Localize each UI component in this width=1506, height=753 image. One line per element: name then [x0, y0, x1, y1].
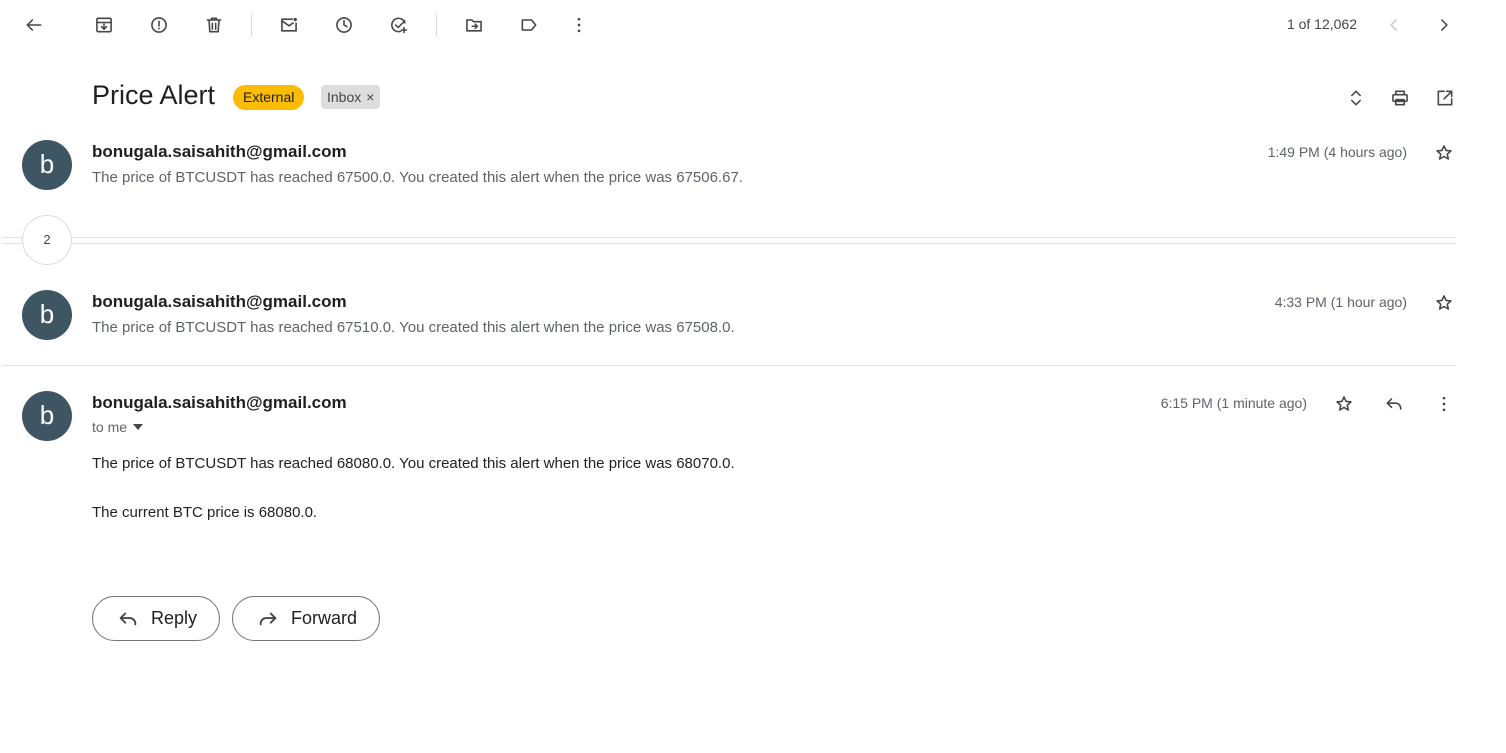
sender-email[interactable]: bonugala.saisahith@gmail.com: [92, 393, 347, 413]
open-in-new-window-icon[interactable]: [1425, 78, 1465, 118]
dropdown-caret-icon: [133, 424, 144, 430]
inbox-label-text: Inbox: [327, 89, 362, 105]
forward-button-label: Forward: [291, 608, 358, 628]
message-counter: 1 of 12,062: [1286, 16, 1357, 32]
sender-email[interactable]: bonugala.saisahith@gmail.com: [92, 292, 347, 312]
collapsed-divider-bottom: [2, 243, 1456, 244]
remove-label-icon[interactable]: ×: [366, 89, 374, 105]
forward-icon: [259, 612, 277, 625]
reply-button-label: Reply: [151, 608, 198, 628]
message-time: 6:15 PM (1 minute ago): [1160, 395, 1307, 411]
collapsed-divider-top: [2, 237, 1456, 238]
expand-all-icon[interactable]: [1336, 78, 1376, 118]
toolbar-divider: [251, 13, 252, 37]
message-time: 4:33 PM (1 hour ago): [1274, 294, 1407, 310]
older-chevron-right-icon[interactable]: [1424, 5, 1464, 45]
message-snippet[interactable]: The price of BTCUSDT has reached 67500.0…: [92, 169, 743, 186]
star-icon[interactable]: [1424, 283, 1464, 323]
more-vert-icon[interactable]: [559, 5, 599, 45]
label-icon[interactable]: [509, 5, 549, 45]
reply-icon: [119, 612, 137, 625]
thread-subject: Price Alert: [92, 80, 216, 110]
external-label-chip: External: [233, 85, 305, 110]
toolbar-divider: [436, 13, 437, 37]
star-icon[interactable]: [1424, 133, 1464, 173]
archive-icon[interactable]: [84, 5, 124, 45]
recipient-text: to me: [92, 419, 128, 435]
message-time: 1:49 PM (4 hours ago): [1267, 144, 1407, 160]
message-divider: [2, 365, 1456, 366]
print-icon[interactable]: [1380, 78, 1420, 118]
sender-avatar: b: [22, 391, 72, 441]
forward-button[interactable]: Forward: [232, 596, 381, 641]
message-body-line: The current BTC price is 68080.0.: [92, 504, 318, 521]
collapsed-messages-count[interactable]: 2: [22, 215, 72, 265]
back-arrow-icon[interactable]: [14, 5, 54, 45]
reply-icon[interactable]: [1374, 384, 1414, 424]
inbox-label-chip: Inbox ×: [321, 85, 381, 109]
delete-icon[interactable]: [194, 5, 234, 45]
sender-avatar: b: [22, 140, 72, 190]
sender-email[interactable]: bonugala.saisahith@gmail.com: [92, 142, 347, 162]
more-vert-icon[interactable]: [1424, 384, 1464, 424]
add-to-tasks-icon[interactable]: [379, 5, 419, 45]
reply-button[interactable]: Reply: [92, 596, 221, 641]
snooze-icon[interactable]: [324, 5, 364, 45]
sender-avatar: b: [22, 290, 72, 340]
star-icon[interactable]: [1324, 384, 1364, 424]
message-body-line: The price of BTCUSDT has reached 68080.0…: [92, 455, 735, 472]
mark-unread-icon[interactable]: [269, 5, 309, 45]
move-to-icon[interactable]: [454, 5, 494, 45]
message-snippet[interactable]: The price of BTCUSDT has reached 67510.0…: [92, 319, 735, 336]
report-spam-icon[interactable]: [139, 5, 179, 45]
newer-chevron-left-icon[interactable]: [1374, 5, 1414, 45]
recipient-details-toggle[interactable]: to me: [92, 419, 144, 435]
